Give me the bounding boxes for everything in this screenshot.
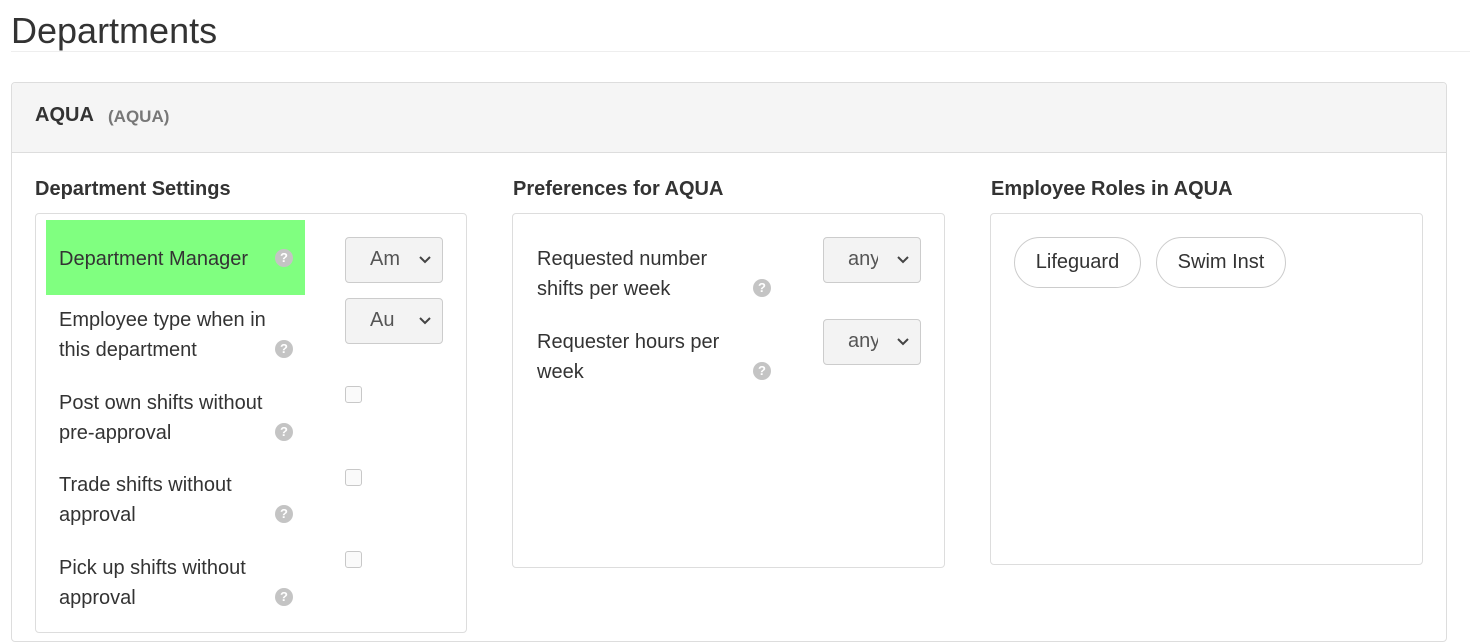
trade-shifts-checkbox[interactable]: [345, 469, 362, 486]
title-divider: [11, 51, 1470, 52]
employee-type-select[interactable]: Au: [345, 298, 443, 344]
requester-hours-select[interactable]: any: [823, 319, 921, 365]
pick-up-shifts-label: Pick up shifts without approval: [59, 557, 246, 609]
employee-type-value: Au: [370, 309, 395, 331]
employee-type-label: Employee type when in this department: [59, 309, 266, 361]
question-circle-icon[interactable]: ?: [753, 279, 771, 297]
department-settings-title: Department Settings: [35, 178, 231, 200]
question-circle-icon[interactable]: ?: [275, 340, 293, 358]
question-circle-icon[interactable]: ?: [275, 249, 293, 267]
department-name: AQUA: [35, 104, 94, 126]
requester-hours-label: Requester hours per week: [537, 331, 720, 383]
chevron-down-icon: [897, 256, 909, 264]
question-circle-icon[interactable]: ?: [753, 362, 771, 380]
chevron-down-icon: [419, 256, 431, 264]
department-manager-label: Department Manager: [59, 248, 248, 270]
post-own-shifts-label: Post own shifts without pre-approval: [59, 392, 263, 444]
requester-hours-value: any: [848, 330, 878, 352]
role-lifeguard[interactable]: Lifeguard: [1014, 237, 1141, 288]
question-circle-icon[interactable]: ?: [275, 588, 293, 606]
question-circle-icon[interactable]: ?: [275, 505, 293, 523]
requested-shifts-value: any: [848, 248, 878, 270]
requested-shifts-select[interactable]: any: [823, 237, 921, 283]
department-header: AQUA (AQUA): [12, 83, 1446, 153]
question-circle-icon[interactable]: ?: [275, 423, 293, 441]
post-own-shifts-checkbox[interactable]: [345, 386, 362, 403]
requested-shifts-label: Requested number shifts per week: [537, 248, 708, 300]
department-code: (AQUA): [108, 107, 170, 126]
chevron-down-icon: [419, 317, 431, 325]
department-manager-value: Am: [370, 248, 400, 270]
department-manager-select[interactable]: Am: [345, 237, 443, 283]
pick-up-shifts-checkbox[interactable]: [345, 551, 362, 568]
role-swim-inst[interactable]: Swim Inst: [1156, 237, 1286, 288]
page-title: Departments: [11, 10, 218, 51]
employee-roles-title: Employee Roles in AQUA: [991, 178, 1233, 200]
trade-shifts-label: Trade shifts without approval: [59, 474, 232, 526]
chevron-down-icon: [897, 338, 909, 346]
preferences-title: Preferences for AQUA: [513, 178, 724, 200]
